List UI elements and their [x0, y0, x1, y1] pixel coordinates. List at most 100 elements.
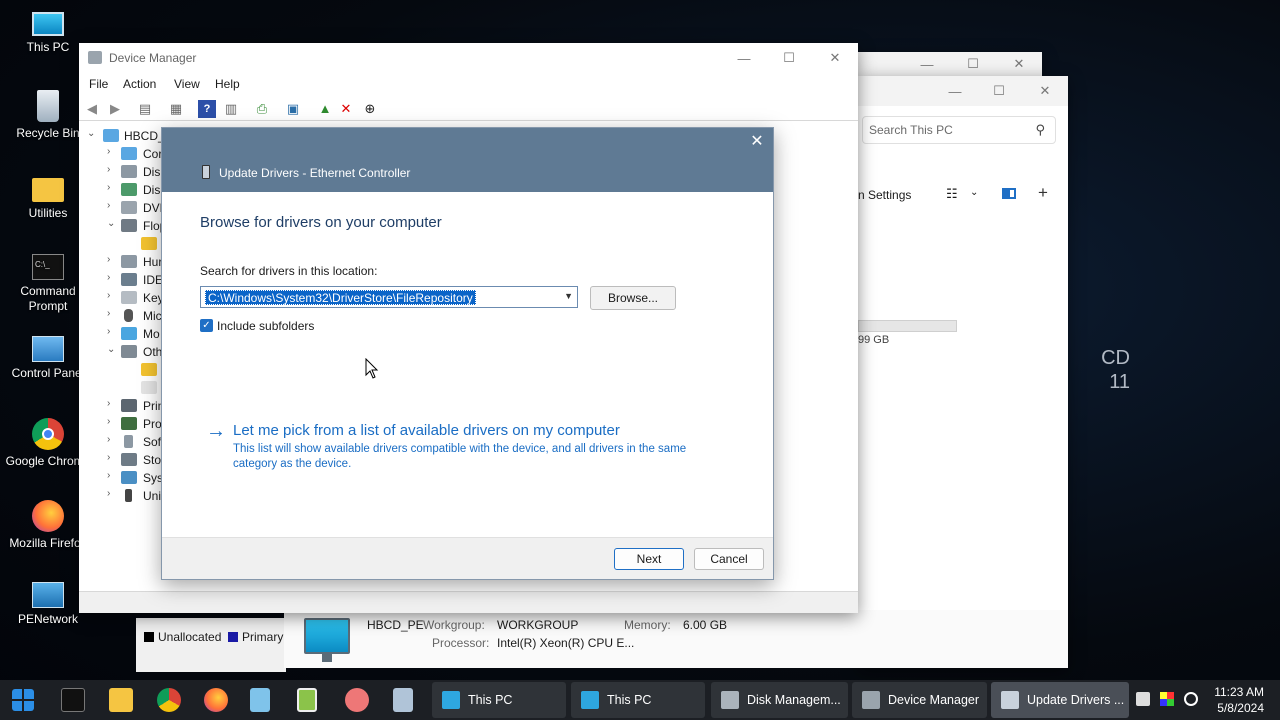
dialog-title: Update Drivers - Ethernet Controller	[219, 166, 411, 180]
chrome-icon[interactable]	[157, 688, 181, 712]
color-app-icon[interactable]	[1160, 692, 1174, 706]
chevron-right-icon[interactable]: ›	[107, 182, 117, 193]
chevron-right-icon[interactable]: ›	[107, 470, 117, 481]
menu-action[interactable]: Action	[123, 77, 156, 91]
browse-button[interactable]: Browse...	[590, 286, 676, 310]
tree-root-label: HBCD_	[124, 129, 165, 143]
editor-icon[interactable]	[297, 688, 317, 712]
pick-driver-link[interactable]: Let me pick from a list of available dri…	[233, 422, 620, 439]
show-hide-tree-icon[interactable]: ▤	[136, 100, 154, 118]
taskbar-task-this-pc-2[interactable]: This PC	[571, 682, 705, 718]
tool-icon[interactable]	[345, 688, 369, 712]
memory-value: 6.00 GB	[683, 618, 728, 632]
taskbar-task-this-pc-1[interactable]: This PC	[432, 682, 566, 718]
pick-driver-description[interactable]: This list will show available drivers co…	[233, 442, 693, 472]
maximize-button[interactable]: ☐	[766, 43, 812, 73]
legend-swatch	[144, 632, 154, 642]
network-icon[interactable]	[1184, 692, 1198, 706]
tree-item-label: Cor	[143, 147, 163, 161]
chevron-down-icon[interactable]: ⌄	[970, 187, 978, 198]
chevron-right-icon[interactable]: ›	[107, 272, 117, 283]
clock[interactable]: 11:23 AM 5/8/2024	[1214, 684, 1264, 716]
update-drivers-dialog[interactable]: ✕ Update Drivers - Ethernet Controller B…	[161, 127, 774, 580]
help-icon[interactable]: ?	[198, 100, 216, 118]
chevron-right-icon[interactable]: ›	[107, 326, 117, 337]
chevron-right-icon[interactable]: ›	[107, 434, 117, 445]
monitor-icon	[32, 12, 64, 36]
printer-icon	[121, 399, 137, 412]
search-input[interactable]: Search This PC ⚲	[862, 116, 1056, 144]
device-category-icon	[121, 201, 137, 214]
chevron-down-icon[interactable]: ⌄	[107, 344, 117, 355]
view-icon[interactable]: ☷	[946, 186, 958, 202]
chevron-down-icon[interactable]: ▼	[564, 291, 573, 301]
chevron-right-icon[interactable]: ›	[107, 200, 117, 211]
close-button[interactable]: ✕	[749, 134, 765, 150]
chevron-right-icon[interactable]: ›	[107, 254, 117, 265]
firefox-icon[interactable]	[204, 688, 228, 712]
taskbar-task-device-manager[interactable]: Device Manager	[852, 682, 987, 718]
maximize-button[interactable]: ☐	[976, 76, 1022, 106]
back-icon[interactable]: ◀	[83, 100, 101, 118]
include-subfolders-checkbox[interactable]: ✓	[200, 319, 213, 332]
chevron-down-icon[interactable]: ⌄	[107, 218, 117, 229]
update-driver-icon[interactable]: ▲	[316, 100, 334, 118]
uninstall-icon[interactable]: ✕	[337, 100, 355, 118]
processor-key: Processor:	[432, 636, 490, 650]
storage-icon	[121, 453, 137, 466]
close-button[interactable]: ✕	[996, 52, 1042, 76]
driver-path-combobox[interactable]: C:\Windows\System32\DriverStore\FileRepo…	[200, 286, 578, 308]
disk-usage-bar	[858, 320, 957, 332]
arrow-right-icon[interactable]: →	[206, 421, 226, 441]
mouse-cursor	[365, 358, 379, 379]
chevron-right-icon[interactable]: ›	[107, 308, 117, 319]
chevron-right-icon[interactable]: ›	[107, 452, 117, 463]
tree-item-label: Uni	[143, 489, 162, 503]
download-icon[interactable]: ⊕	[361, 100, 379, 118]
menu-help[interactable]: Help	[215, 77, 240, 91]
minimize-button[interactable]: —	[932, 76, 978, 106]
tray-app-icon[interactable]	[1136, 692, 1150, 706]
add-icon[interactable]: +	[1038, 183, 1048, 203]
minimize-button[interactable]: —	[904, 52, 950, 76]
settings-button[interactable]: n Settings	[858, 188, 911, 202]
forward-icon[interactable]: ▶	[106, 100, 124, 118]
chevron-right-icon[interactable]: ›	[107, 488, 117, 499]
tree-item-label: IDE	[143, 273, 164, 287]
maximize-button[interactable]: ☐	[950, 52, 996, 76]
tree-item-label: Oth	[143, 345, 163, 359]
start-icon[interactable]	[12, 689, 34, 711]
workgroup-value: WORKGROUP	[497, 618, 579, 632]
dialog-heading: Browse for drivers on your computer	[200, 214, 442, 231]
chevron-right-icon[interactable]: ›	[107, 398, 117, 409]
minimize-button[interactable]: —	[721, 43, 767, 73]
view-details-icon[interactable]: ▥	[222, 100, 240, 118]
calculator-icon[interactable]	[393, 688, 413, 712]
menu-file[interactable]: File	[89, 77, 108, 91]
taskbar-task-disk-management[interactable]: Disk Managem...	[711, 682, 848, 718]
network-adapter-icon	[1001, 691, 1019, 709]
scan-hardware-icon[interactable]: ▣	[284, 100, 302, 118]
computer-name: HBCD_PE	[367, 618, 424, 632]
driver-path-value[interactable]: C:\Windows\System32\DriverStore\FileRepo…	[205, 290, 476, 305]
chevron-right-icon[interactable]: ›	[107, 146, 117, 157]
terminal-icon[interactable]	[61, 688, 85, 712]
properties-icon[interactable]: ▦	[167, 100, 185, 118]
folder-icon[interactable]	[109, 688, 133, 712]
close-button[interactable]: ✕	[1022, 76, 1068, 106]
taskbar-task-update-drivers[interactable]: Update Drivers ...	[991, 682, 1129, 718]
chevron-right-icon[interactable]: ›	[107, 164, 117, 175]
menu-view[interactable]: View	[174, 77, 200, 91]
chevron-down-icon[interactable]: ⌄	[87, 128, 97, 139]
explorer-window-back[interactable]: — ☐ ✕	[858, 52, 1042, 76]
cancel-button[interactable]: Cancel	[694, 548, 764, 570]
chevron-right-icon[interactable]: ›	[107, 290, 117, 301]
wallpaper-brand-text: CD 11	[1101, 346, 1130, 394]
explorer-window[interactable]: — ☐ ✕ Search This PC ⚲ n Settings ☷ ⌄ + …	[858, 76, 1068, 668]
close-button[interactable]: ✕	[812, 43, 858, 73]
print-icon[interactable]: ⎙	[253, 100, 271, 118]
details-pane-icon[interactable]	[1002, 188, 1016, 199]
next-button[interactable]: Next	[614, 548, 684, 570]
notepad-icon[interactable]	[250, 688, 270, 712]
chevron-right-icon[interactable]: ›	[107, 416, 117, 427]
